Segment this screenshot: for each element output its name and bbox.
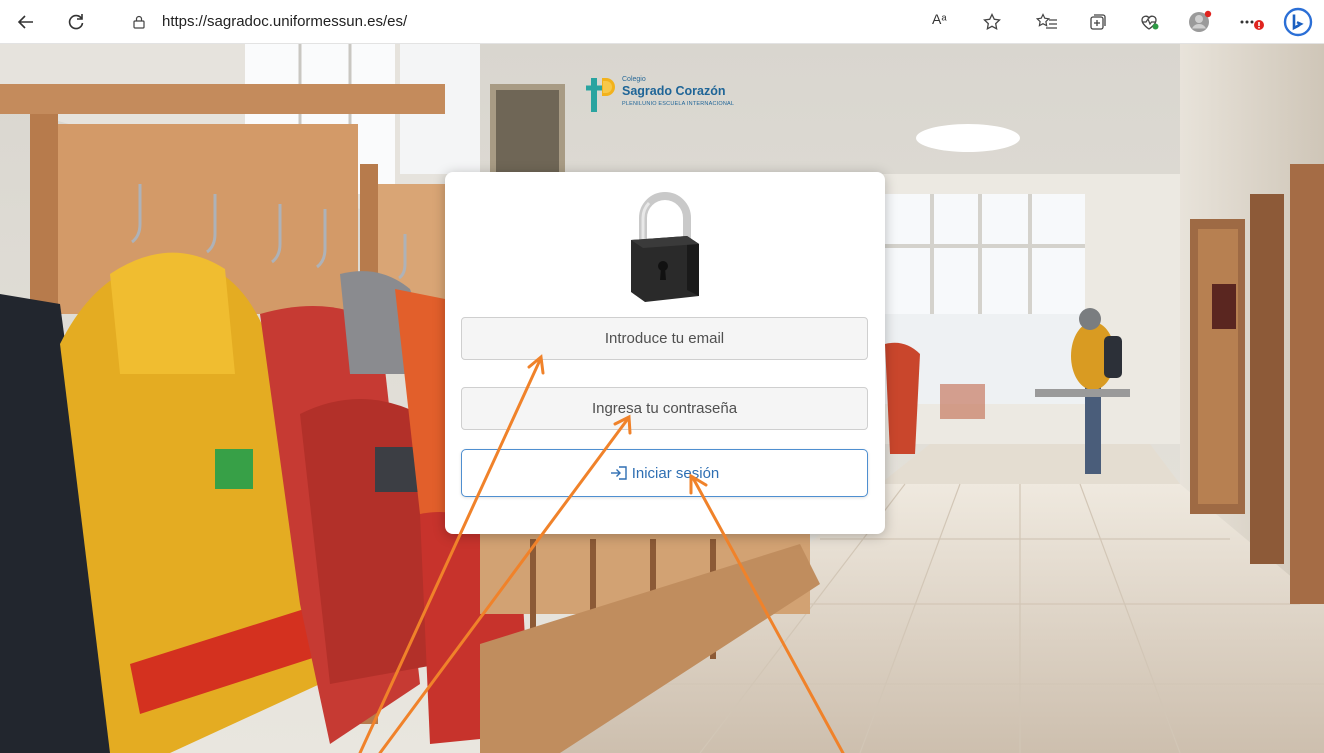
logo-line-1: Colegio [622,76,646,83]
lock-icon[interactable] [132,15,146,29]
collections-icon[interactable] [1082,6,1114,38]
browser-essentials-icon[interactable] [1133,6,1165,38]
school-logo-icon [586,78,615,112]
favorites-list-icon[interactable] [1031,6,1063,38]
email-input[interactable] [461,317,868,360]
star-icon[interactable] [976,6,1008,38]
read-aloud-icon[interactable]: Aᵃ [932,11,947,27]
url-text[interactable]: https://sagradoc.uniformessun.es/es/ [162,13,407,30]
login-button-label: Iniciar sesión [631,464,720,482]
password-input[interactable] [461,387,868,430]
login-card: Iniciar sesión [445,172,885,534]
more-options-icon[interactable] [1236,6,1268,38]
logo-line-3: PLENILUNIO ESCUELA INTERNACIONAL [622,101,735,107]
page-content: Colegio Sagrado Corazón PLENILUNIO ESCUE… [0,44,1324,753]
browser-toolbar: https://sagradoc.uniformessun.es/es/ Aᵃ [0,0,1324,44]
logo-line-2: Sagrado Corazón [622,84,726,98]
bing-icon[interactable] [1282,6,1314,38]
school-logo: Colegio Sagrado Corazón PLENILUNIO ESCUE… [582,74,782,118]
profile-avatar-icon[interactable] [1184,6,1216,38]
refresh-icon[interactable] [60,6,92,38]
address-bar[interactable]: https://sagradoc.uniformessun.es/es/ [112,7,1012,37]
login-icon [610,466,627,480]
padlock-icon [631,192,699,302]
login-button[interactable]: Iniciar sesión [461,449,868,497]
back-arrow-icon[interactable] [10,6,42,38]
